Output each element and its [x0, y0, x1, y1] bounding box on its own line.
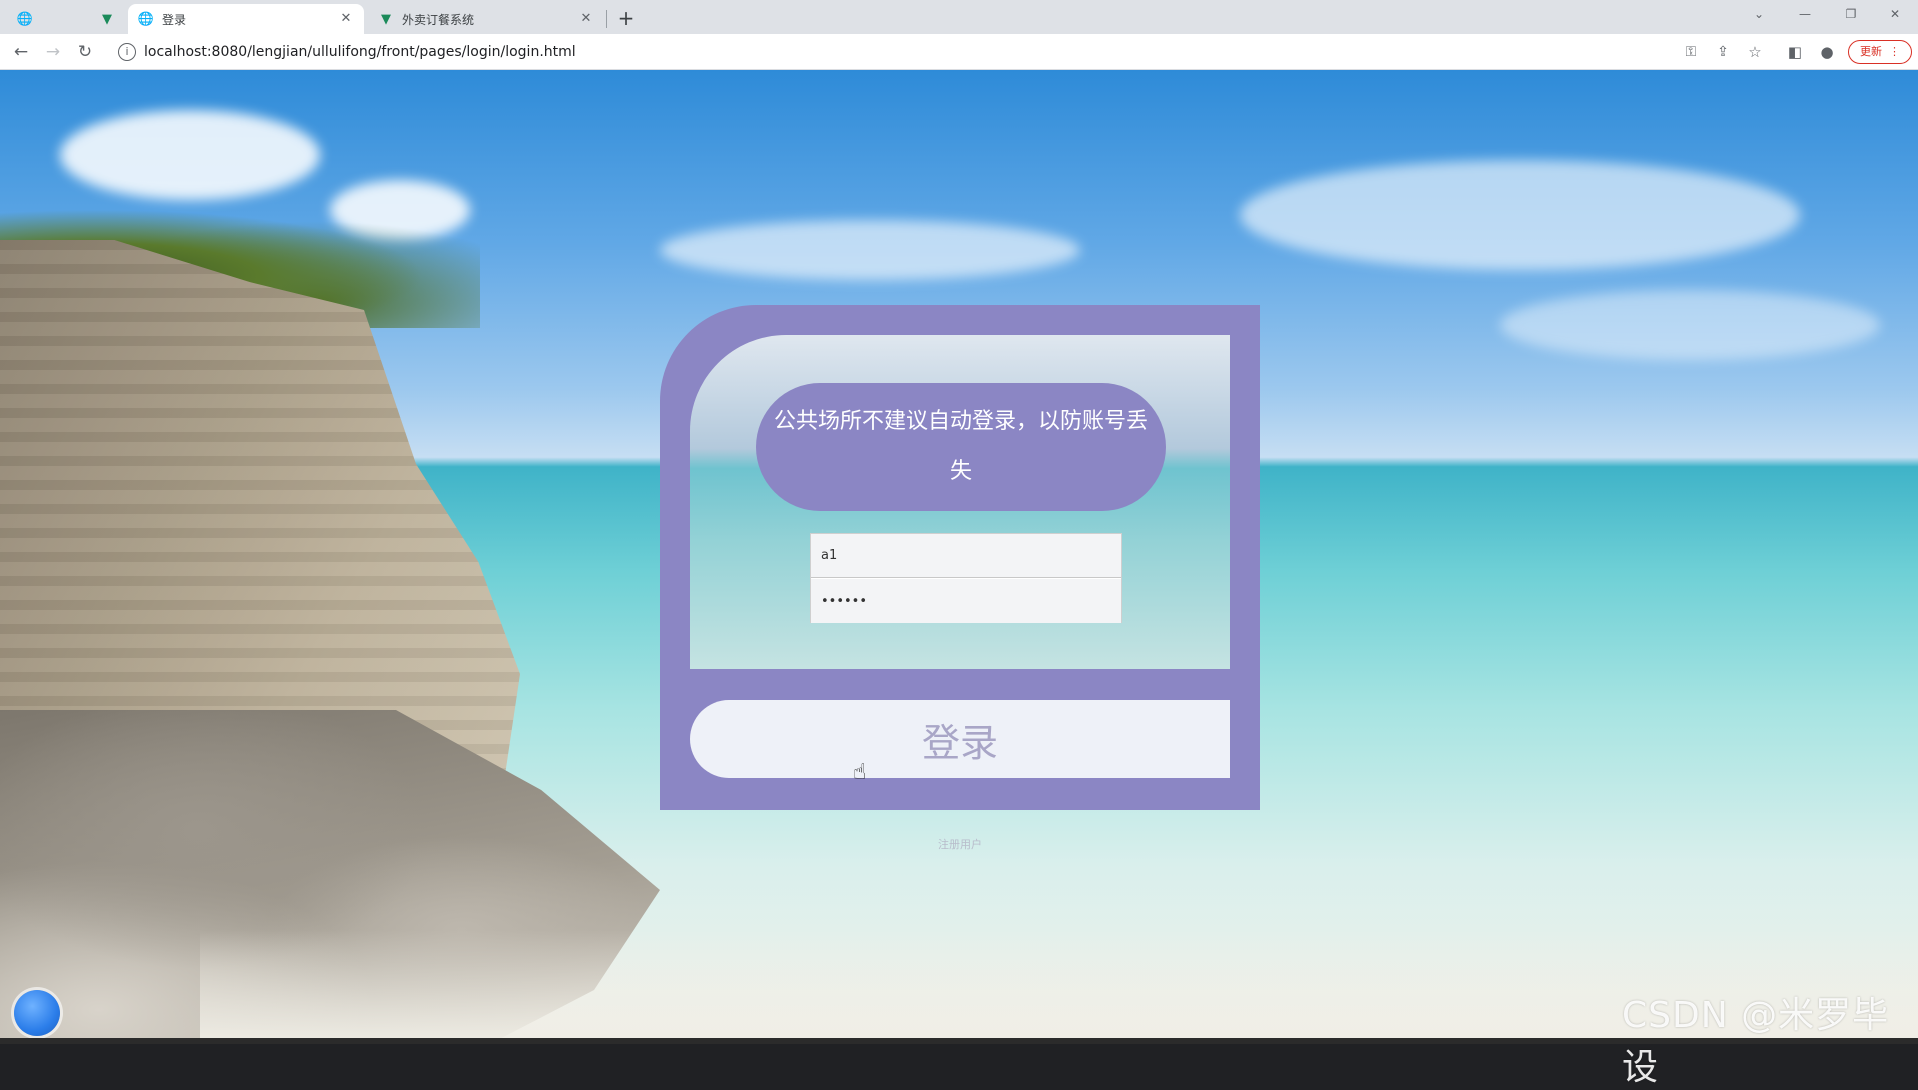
close-window-icon[interactable]: ✕ [1872, 0, 1918, 28]
cloud [1500, 290, 1880, 360]
share-icon[interactable]: ⇪ [1710, 39, 1736, 65]
url-text: localhost:8080/lengjian/ullulifong/front… [144, 44, 576, 60]
browser-toolbar: ← → ↻ i localhost:8080/lengjian/ullulifo… [0, 34, 1918, 70]
cloud [1240, 160, 1800, 270]
register-link[interactable]: 注册用户 [930, 836, 990, 852]
side-panel-icon[interactable]: ◧ [1782, 39, 1808, 65]
tab-title: 登录 [162, 12, 187, 27]
browser-window: 🌐 ▼ 🌐 登录 ✕ ▼ 外卖订餐系统 ✕ + ⌄ — ❐ ✕ ← → ↻ i [0, 0, 1918, 1088]
floating-assistant-icon[interactable] [14, 990, 60, 1036]
profile-icon[interactable]: ● [1814, 39, 1840, 65]
tab-separator [606, 10, 607, 28]
pinned-tab-3[interactable]: ▼ [88, 4, 126, 34]
star-icon[interactable]: ☆ [1742, 39, 1768, 65]
login-form-area: 公共场所不建议自动登录，以防账号丢失 [690, 335, 1230, 669]
blank-page-icon [59, 11, 75, 27]
back-arrow-icon[interactable]: ← [8, 39, 34, 65]
tab-strip: 🌐 ▼ 🌐 登录 ✕ ▼ 外卖订餐系统 ✕ + ⌄ — ❐ ✕ [0, 0, 1918, 34]
more-vert-icon: ⋮ [1885, 45, 1900, 58]
username-input[interactable] [811, 534, 1121, 578]
tab-takeout-system[interactable]: ▼ 外卖订餐系统 ✕ [368, 4, 604, 34]
restore-icon[interactable]: ❐ [1828, 0, 1874, 28]
address-bar[interactable]: i localhost:8080/lengjian/ullulifong/fro… [108, 38, 1668, 66]
tab-login[interactable]: 🌐 登录 ✕ [128, 4, 364, 34]
reload-icon[interactable]: ↻ [72, 39, 98, 65]
auto-login-notice: 公共场所不建议自动登录，以防账号丢失 [756, 383, 1166, 511]
vue-logo-icon: ▼ [102, 11, 112, 27]
password-input[interactable] [811, 579, 1121, 623]
forward-arrow-icon[interactable]: → [40, 39, 66, 65]
pinned-tab-2[interactable] [48, 4, 86, 34]
update-button[interactable]: 更新 ⋮ [1848, 40, 1912, 64]
new-tab-button[interactable]: + [612, 5, 640, 33]
close-icon[interactable]: ✕ [578, 11, 594, 27]
info-icon[interactable]: i [118, 43, 136, 61]
cloud [60, 110, 320, 200]
login-card: 公共场所不建议自动登录，以防账号丢失 登录 [660, 305, 1260, 810]
hand-cursor-icon: ☝ [853, 760, 867, 785]
close-icon[interactable]: ✕ [338, 11, 354, 27]
cloud [660, 220, 1080, 280]
globe-icon: 🌐 [137, 11, 155, 27]
bottom-edge [0, 1038, 1918, 1044]
chevron-down-icon[interactable]: ⌄ [1736, 0, 1782, 28]
minimize-icon[interactable]: — [1782, 0, 1828, 28]
credential-fields [810, 533, 1122, 623]
update-label: 更新 [1860, 45, 1882, 58]
login-button[interactable]: 登录 [690, 700, 1230, 778]
pinned-tab-1[interactable]: 🌐 [6, 4, 44, 34]
tab-title: 外卖订餐系统 [402, 12, 475, 27]
vue-logo-icon: ▼ [381, 11, 391, 27]
globe-icon: 🌐 [16, 11, 34, 27]
key-icon[interactable]: ⚿ [1678, 39, 1704, 65]
